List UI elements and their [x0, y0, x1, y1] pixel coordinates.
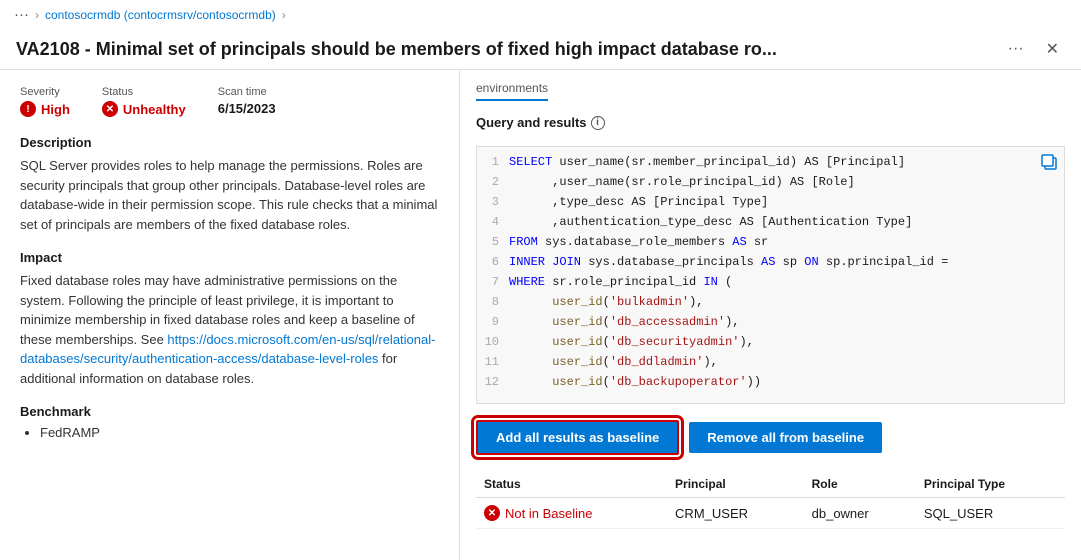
code-line: 3 ,type_desc AS [Principal Type] [477, 195, 1064, 215]
breadcrumb-sep1: › [35, 8, 39, 22]
close-button[interactable]: ✕ [1040, 37, 1065, 61]
status-error-icon: ✕ [484, 505, 500, 521]
results-table: Status Principal Role Principal Type ✕ N… [476, 471, 1065, 529]
cell-principal-type: SQL_USER [916, 498, 1065, 529]
remove-baseline-button[interactable]: Remove all from baseline [689, 422, 882, 453]
right-panel: environments Query and results i 1 [460, 70, 1081, 560]
scan-time-value: 6/15/2023 [218, 101, 276, 116]
page-title: VA2108 - Minimal set of principals shoul… [16, 39, 966, 60]
severity-text: High [41, 102, 70, 117]
info-icon[interactable]: i [591, 116, 605, 130]
status-text: Unhealthy [123, 102, 186, 117]
description-body: SQL Server provides roles to help manage… [20, 156, 439, 234]
severity-item: Severity ! High [20, 86, 70, 117]
status-label: Status [102, 86, 186, 98]
cell-status: ✕ Not in Baseline [476, 498, 667, 529]
status-item: Status ✕ Unhealthy [102, 86, 186, 117]
breadcrumb-db[interactable]: contosocrmdb (contocrmsrv/contosocrmdb) [45, 8, 276, 22]
code-line: 10 user_id('db_securityadmin'), [477, 335, 1064, 355]
more-options-button[interactable]: ··· [1002, 38, 1030, 60]
code-line: 1 SELECT user_name(sr.member_principal_i… [477, 155, 1064, 175]
benchmark-list: FedRAMP [20, 425, 439, 440]
status-icon: ✕ [102, 101, 118, 117]
impact-section: Impact Fixed database roles may have adm… [20, 250, 439, 388]
code-line: 2 ,user_name(sr.role_principal_id) AS [R… [477, 175, 1064, 195]
severity-icon: ! [20, 101, 36, 117]
cell-role: db_owner [804, 498, 916, 529]
code-line: 7 WHERE sr.role_principal_id IN ( [477, 275, 1064, 295]
code-lines: 1 SELECT user_name(sr.member_principal_i… [477, 155, 1064, 395]
meta-row: Severity ! High Status ✕ Unhealthy Scan … [20, 86, 439, 117]
col-principal-type: Principal Type [916, 471, 1065, 498]
breadcrumb-ellipsis[interactable]: ··· [14, 6, 29, 23]
benchmark-item-fedramp: FedRAMP [40, 425, 439, 440]
table-header: Status Principal Role Principal Type [476, 471, 1065, 498]
description-section: Description SQL Server provides roles to… [20, 135, 439, 234]
breadcrumb-sep2: › [282, 8, 286, 22]
table-row: ✕ Not in Baseline CRM_USER db_owner SQL_… [476, 498, 1065, 529]
copy-code-button[interactable] [1040, 153, 1058, 176]
col-status: Status [476, 471, 667, 498]
panel-header: VA2108 - Minimal set of principals shoul… [0, 29, 1081, 70]
severity-value: ! High [20, 101, 70, 117]
cell-principal: CRM_USER [667, 498, 804, 529]
code-line: 9 user_id('db_accessadmin'), [477, 315, 1064, 335]
code-line: 5 FROM sys.database_role_members AS sr [477, 235, 1064, 255]
code-line: 4 ,authentication_type_desc AS [Authenti… [477, 215, 1064, 235]
status-text: Not in Baseline [505, 506, 592, 521]
header-actions: ··· ✕ [1002, 37, 1065, 61]
table-body: ✕ Not in Baseline CRM_USER db_owner SQL_… [476, 498, 1065, 529]
breadcrumb-bar: ··· › contosocrmdb (contocrmsrv/contosoc… [0, 0, 1081, 29]
query-title: Query and results [476, 115, 587, 130]
scan-time-item: Scan time 6/15/2023 [218, 86, 276, 117]
add-baseline-button[interactable]: Add all results as baseline [476, 420, 679, 455]
scan-time-label: Scan time [218, 86, 276, 98]
env-tab[interactable]: environments [476, 80, 1065, 105]
code-block: 1 SELECT user_name(sr.member_principal_i… [476, 146, 1065, 404]
env-tab-label: environments [476, 81, 548, 101]
left-panel: Severity ! High Status ✕ Unhealthy Scan … [0, 70, 460, 560]
col-principal: Principal [667, 471, 804, 498]
severity-label: Severity [20, 86, 70, 98]
impact-title: Impact [20, 250, 439, 265]
code-line: 8 user_id('bulkadmin'), [477, 295, 1064, 315]
impact-body: Fixed database roles may have administra… [20, 271, 439, 388]
main-container: VA2108 - Minimal set of principals shoul… [0, 29, 1081, 560]
query-section-header: Query and results i [476, 115, 1065, 130]
code-line: 11 user_id('db_ddladmin'), [477, 355, 1064, 375]
status-value: ✕ Unhealthy [102, 101, 186, 117]
baseline-actions: Add all results as baseline Remove all f… [476, 414, 1065, 461]
benchmark-section: Benchmark FedRAMP [20, 404, 439, 440]
description-title: Description [20, 135, 439, 150]
table-header-row: Status Principal Role Principal Type [476, 471, 1065, 498]
status-cell: ✕ Not in Baseline [484, 505, 659, 521]
benchmark-title: Benchmark [20, 404, 439, 419]
code-line: 6 INNER JOIN sys.database_principals AS … [477, 255, 1064, 275]
content-area: Severity ! High Status ✕ Unhealthy Scan … [0, 70, 1081, 560]
code-line: 12 user_id('db_backupoperator')) [477, 375, 1064, 395]
col-role: Role [804, 471, 916, 498]
